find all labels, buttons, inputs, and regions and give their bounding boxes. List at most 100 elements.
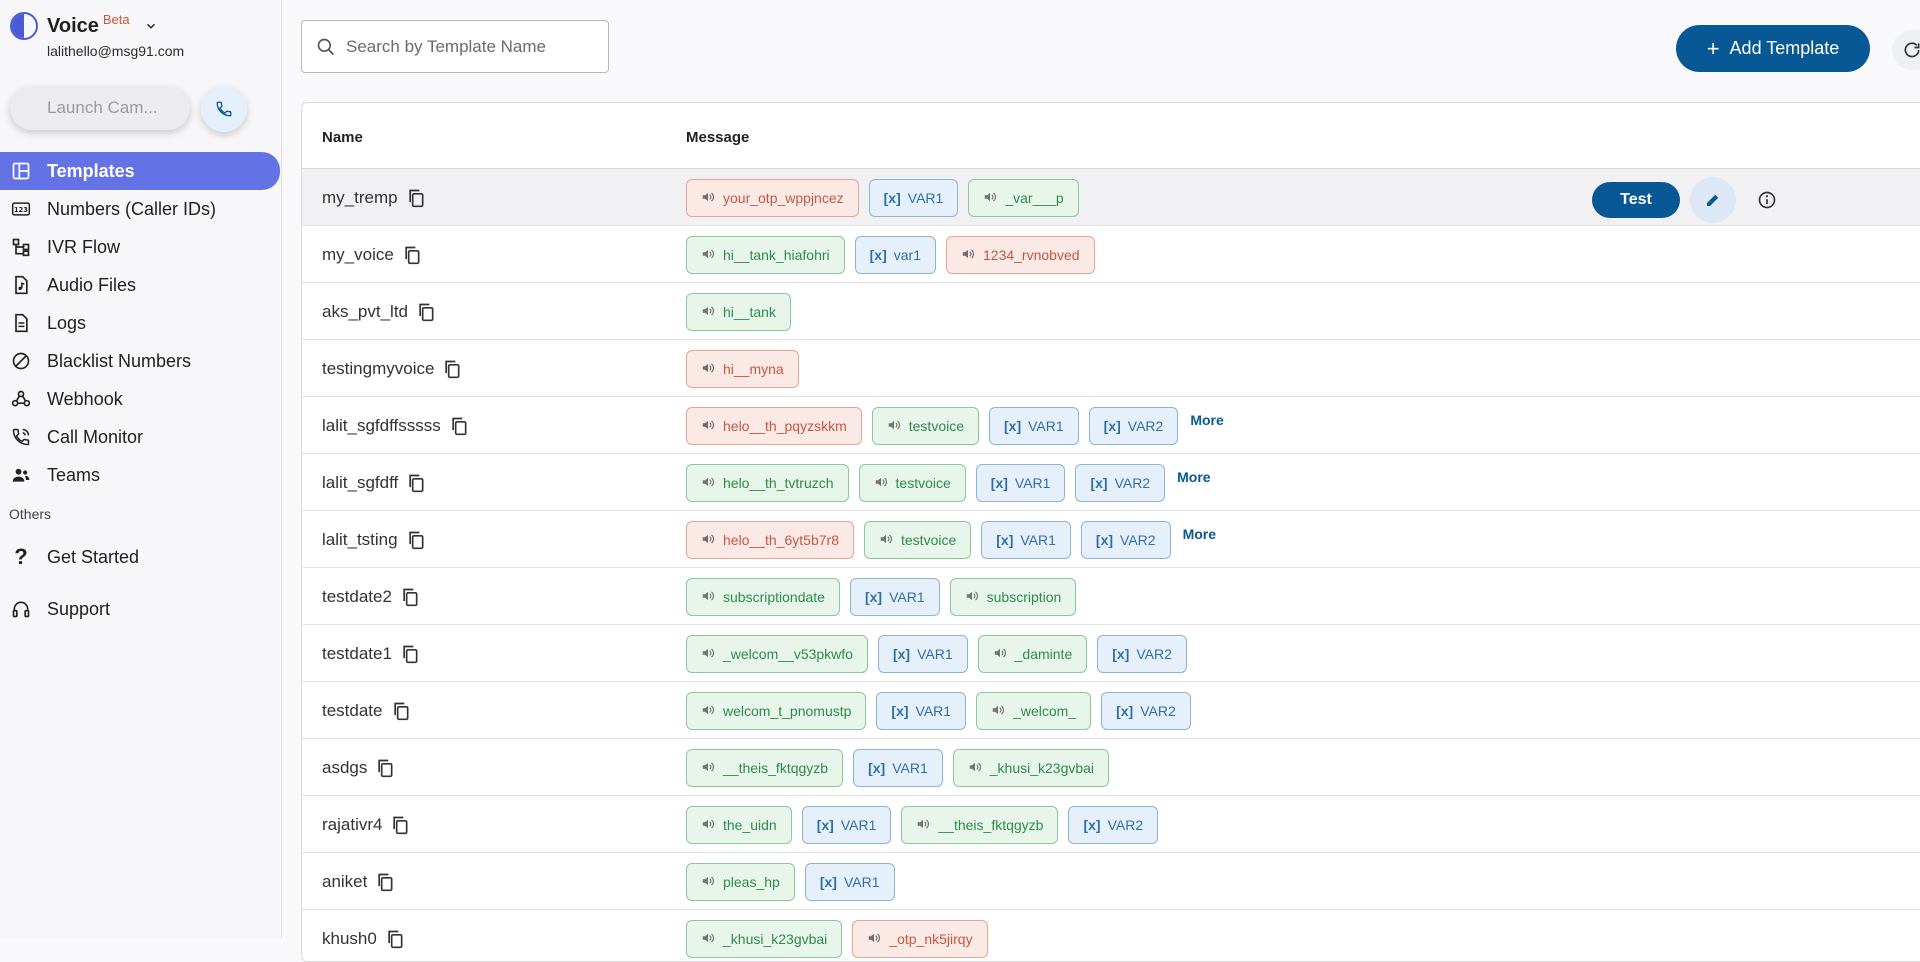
audio-chip[interactable]: testvoice [858,464,966,502]
variable-chip[interactable]: [x] VAR2 [1068,806,1159,844]
audio-chip[interactable]: subscription [949,578,1077,616]
table-row[interactable]: testdate2 subscriptiondate [x] VAR1 subscrip… [302,568,1920,625]
variable-chip[interactable]: [x] VAR1 [804,863,895,901]
info-button[interactable] [1756,189,1778,211]
audio-chip[interactable]: _khusi_k23gvbai [686,920,843,958]
variable-chip[interactable]: [x] VAR2 [1080,521,1171,559]
edit-button[interactable] [1690,177,1736,223]
copy-icon[interactable] [400,644,420,664]
template-search-field[interactable] [301,20,609,73]
variable-chip[interactable]: [x] VAR1 [876,692,967,730]
copy-icon[interactable] [406,530,426,550]
audio-chip[interactable]: pleas_hp [686,863,795,901]
table-row[interactable]: khush0 _khusi_k23gvbai _otp_nk5jirqy [302,910,1920,961]
variable-chip[interactable]: [x] VAR1 [801,806,892,844]
sidebar-item-logs[interactable]: Logs [0,304,282,342]
table-row[interactable]: lalit_sgfdffsssss helo__th_pqyzskkm testvo… [302,397,1920,454]
launch-campaign-button[interactable]: Launch Cam... [10,86,190,130]
call-button[interactable] [201,86,247,132]
variable-chip[interactable]: [x] VAR2 [1075,464,1166,502]
add-template-button[interactable]: + Add Template [1676,25,1870,72]
test-button[interactable]: Test [1592,182,1680,218]
table-row[interactable]: aks_pvt_ltd hi__tank [302,283,1920,340]
more-link[interactable]: More [1190,412,1223,428]
audio-chip[interactable]: welcom_t_pnomustp [686,692,867,730]
audio-chip[interactable]: _var___p [968,179,1079,217]
table-row[interactable]: testdate1 _welcom__v53pkwfo [x] VAR1 _damint… [302,625,1920,682]
audio-chip[interactable]: helo__th_tvtruzch [686,464,849,502]
refresh-button[interactable] [1892,30,1920,70]
more-link[interactable]: More [1183,526,1216,542]
chip-label: var1 [893,247,921,263]
people-icon [10,464,32,486]
variable-chip[interactable]: [x] VAR2 [1101,692,1191,730]
table-row[interactable]: lalit_sgfdff helo__th_tvtruzch testvoice [x… [302,454,1920,511]
table-row[interactable]: aniket pleas_hp [x] VAR1 [302,853,1920,910]
pencil-icon [1707,194,1719,206]
copy-icon[interactable] [391,701,411,721]
variable-chip[interactable]: [x] var1 [854,236,936,274]
variable-chip[interactable]: [x] VAR1 [989,407,1079,445]
audio-chip[interactable]: testvoice [871,407,979,445]
audio-chip[interactable]: _welcom__v53pkwfo [686,635,868,673]
variable-chip[interactable]: [x] VAR1 [975,464,1066,502]
sidebar-item-blacklist[interactable]: Blacklist Numbers [0,342,282,380]
search-input[interactable] [346,36,596,57]
copy-icon[interactable] [400,587,420,607]
message-chips: _khusi_k23gvbai _otp_nk5jirqy [686,920,988,958]
sidebar-item-support[interactable]: Support [0,588,282,630]
more-link[interactable]: More [1177,469,1210,485]
copy-icon[interactable] [390,815,410,835]
sidebar-item-templates[interactable]: Templates [0,152,280,190]
table-row[interactable]: testdate welcom_t_pnomustp [x] VAR1 _welcom_… [302,682,1920,739]
table-row[interactable]: my_tremp your_otp_wppjncez [x] VAR1 _var___p… [302,169,1920,226]
table-row[interactable]: lalit_tsting helo__th_6yt5b7r8 testvoice [x… [302,511,1920,568]
sidebar-item-audio-files[interactable]: Audio Files [0,266,282,304]
audio-chip[interactable]: hi__tank [686,293,791,331]
copy-icon[interactable] [406,188,426,208]
audio-chip[interactable]: _welcom_ [976,692,1092,730]
app-switcher[interactable]: Voice Beta [10,12,158,40]
audio-chip[interactable]: the_uidn [686,806,792,844]
table-row[interactable]: testingmyvoice hi__myna [302,340,1920,397]
sidebar-item-ivr-flow[interactable]: IVR Flow [0,228,282,266]
audio-chip[interactable]: your_otp_wppjncez [686,179,859,217]
audio-chip[interactable]: __theis_fktqgyzb [686,749,844,787]
copy-icon[interactable] [416,302,436,322]
copy-icon[interactable] [375,758,395,778]
audio-chip[interactable]: _daminte [977,635,1088,673]
variable-chip[interactable]: [x] VAR1 [877,635,968,673]
copy-icon[interactable] [449,416,469,436]
audio-chip[interactable]: helo__th_pqyzskkm [686,407,862,445]
copy-icon[interactable] [385,929,405,949]
copy-icon[interactable] [442,359,462,379]
audio-chip[interactable]: helo__th_6yt5b7r8 [686,521,854,559]
chevron-down-icon[interactable] [144,19,158,33]
audio-chip[interactable]: 1234_rvnobved [946,236,1095,274]
audio-chip[interactable]: hi__tank_hiafohri [686,236,845,274]
audio-chip[interactable]: hi__myna [686,350,799,388]
copy-icon[interactable] [375,872,395,892]
variable-chip[interactable]: [x] VAR1 [853,749,943,787]
audio-chip[interactable]: _otp_nk5jirqy [852,920,988,958]
table-row[interactable]: asdgs __theis_fktqgyzb [x] VAR1 _khusi_k23gv… [302,739,1920,796]
copy-icon[interactable] [402,245,422,265]
variable-chip[interactable]: [x] VAR1 [981,521,1071,559]
sidebar-item-webhook[interactable]: Webhook [0,380,282,418]
copy-icon[interactable] [406,473,426,493]
audio-chip[interactable]: _khusi_k23gvbai [952,749,1110,787]
audio-chip[interactable]: __theis_fktqgyzb [901,806,1059,844]
audio-chip[interactable]: subscriptiondate [686,578,840,616]
variable-chip[interactable]: [x] VAR1 [849,578,940,616]
audio-chip[interactable]: testvoice [864,521,972,559]
variable-chip[interactable]: [x] VAR2 [1088,407,1179,445]
beta-badge: Beta [102,11,130,27]
sidebar-item-call-monitor[interactable]: Call Monitor [0,418,282,456]
sidebar-item-teams[interactable]: Teams [0,456,282,494]
variable-chip[interactable]: [x] VAR2 [1097,635,1187,673]
sidebar-item-numbers[interactable]: 123 Numbers (Caller IDs) [0,190,282,228]
sidebar-item-get-started[interactable]: ? Get Started [0,536,282,578]
table-row[interactable]: rajativr4 the_uidn [x] VAR1 __theis_fktqgyzb… [302,796,1920,853]
variable-chip[interactable]: [x] VAR1 [868,179,959,217]
table-row[interactable]: my_voice hi__tank_hiafohri [x] var1 1234_rvn… [302,226,1920,283]
